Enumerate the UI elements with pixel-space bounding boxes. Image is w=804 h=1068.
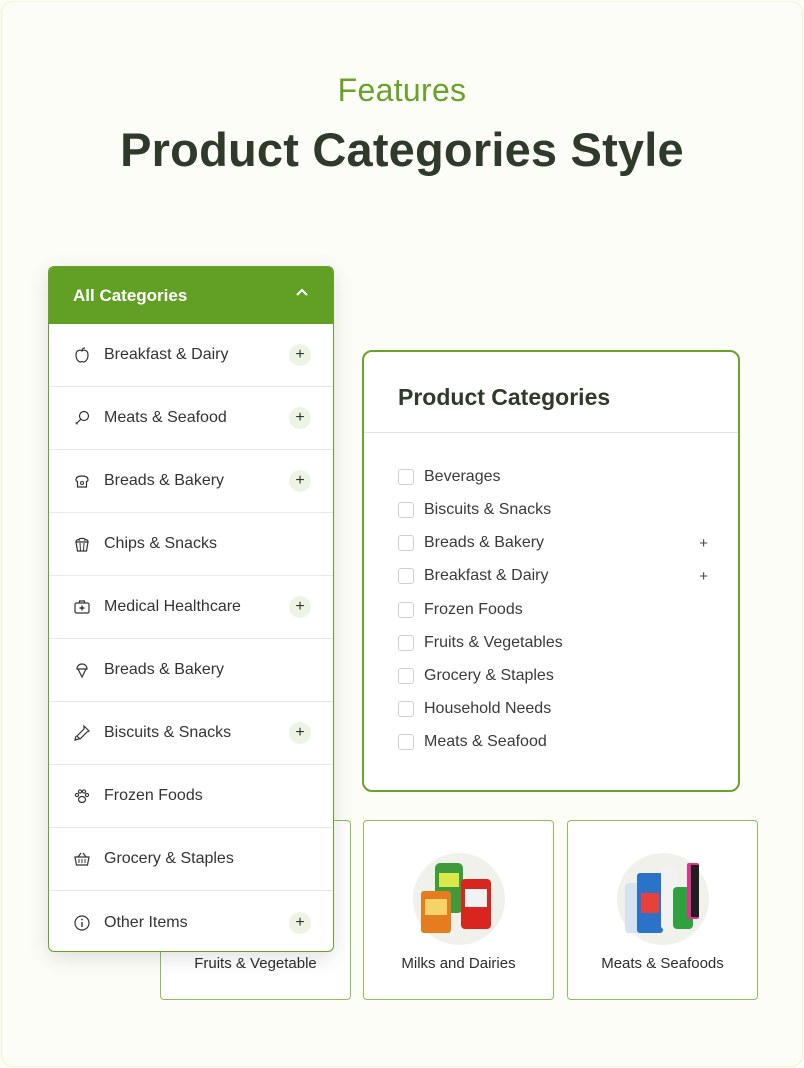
product-image [617, 853, 709, 945]
checkbox[interactable] [398, 568, 414, 584]
expand-button[interactable]: + [289, 470, 311, 492]
panel-title: Product Categories [398, 384, 611, 410]
filter-option[interactable]: Frozen Foods [398, 596, 708, 624]
filter-option-label: Biscuits & Snacks [424, 501, 552, 518]
menu-item-chips-snacks[interactable]: Chips & Snacks [49, 513, 333, 576]
expand-button[interactable]: + [289, 722, 311, 744]
filter-option[interactable]: Meats & Seafood [398, 728, 708, 756]
filter-option-label: Fruits & Vegetables [424, 634, 563, 651]
menu-item-label: Grocery & Staples [104, 850, 234, 867]
basket-icon [73, 850, 91, 868]
filter-option-label: Beverages [424, 468, 501, 485]
bottle-icon [73, 724, 91, 742]
ice-cream-icon [73, 661, 91, 679]
section-eyebrow: Features [337, 72, 467, 108]
expand-button[interactable]: + [699, 535, 708, 552]
product-image [413, 853, 505, 945]
menu-item-label: Breakfast & Dairy [104, 346, 229, 363]
menu-item-label: Breads & Bakery [104, 472, 225, 489]
checkbox[interactable] [398, 469, 414, 485]
expand-button[interactable]: + [289, 407, 311, 429]
drumstick-icon [73, 409, 91, 427]
all-categories-toggle[interactable]: All Categories [49, 267, 333, 324]
menu-item-label: Chips & Snacks [104, 535, 217, 552]
card-label: Fruits & Vegetable [194, 955, 317, 972]
filter-option[interactable]: Breakfast & Dairy + [398, 562, 708, 590]
checkbox[interactable] [398, 602, 414, 618]
filter-option[interactable]: Biscuits & Snacks [398, 496, 708, 524]
checkbox[interactable] [398, 734, 414, 750]
popcorn-icon [73, 535, 91, 553]
category-card-meats[interactable]: Meats & Seafoods [567, 820, 758, 1000]
menu-header-label: All Categories [73, 285, 188, 305]
menu-item-breads-bakery-2[interactable]: Breads & Bakery [49, 639, 333, 702]
menu-item-biscuits-snacks[interactable]: Biscuits & Snacks + [49, 702, 333, 765]
card-label: Meats & Seafoods [601, 955, 724, 972]
checkbox[interactable] [398, 502, 414, 518]
menu-item-meats-seafood[interactable]: Meats & Seafood + [49, 387, 333, 450]
expand-button[interactable]: + [289, 596, 311, 618]
section-title: Product Categories Style [120, 123, 684, 176]
menu-item-label: Frozen Foods [104, 787, 203, 804]
paw-icon [73, 787, 91, 805]
divider [364, 432, 738, 433]
menu-item-other-items[interactable]: Other Items + [49, 891, 333, 951]
filter-option-label: Household Needs [424, 700, 552, 717]
filter-option[interactable]: Grocery & Staples [398, 662, 708, 690]
menu-item-label: Other Items [104, 913, 188, 931]
checkbox[interactable] [398, 668, 414, 684]
chevron-up-icon[interactable] [295, 285, 309, 299]
filter-option[interactable]: Beverages [398, 463, 708, 491]
filter-option-label: Breakfast & Dairy [424, 567, 549, 584]
menu-item-medical-healthcare[interactable]: Medical Healthcare + [49, 576, 333, 639]
filter-option[interactable]: Fruits & Vegetables [398, 629, 708, 657]
menu-item-grocery-staples[interactable]: Grocery & Staples [49, 828, 333, 891]
expand-button[interactable]: + [289, 344, 311, 366]
menu-item-label: Breads & Bakery [104, 661, 225, 678]
menu-item-label: Meats & Seafood [104, 409, 227, 426]
card-label: Milks and Dairies [401, 955, 516, 972]
info-icon [73, 914, 91, 932]
menu-item-label: Biscuits & Snacks [104, 724, 232, 741]
checkbox[interactable] [398, 635, 414, 651]
product-categories-panel: Product Categories Beverages Biscuits & … [362, 350, 740, 792]
filter-option[interactable]: Breads & Bakery + [398, 529, 708, 557]
category-card-milks[interactable]: Milks and Dairies [363, 820, 554, 1000]
first-aid-kit-icon [73, 598, 91, 616]
all-categories-menu: All Categories Breakfast & Dairy + Meats… [48, 266, 334, 952]
checkbox[interactable] [398, 535, 414, 551]
menu-item-breads-bakery[interactable]: Breads & Bakery + [49, 450, 333, 513]
menu-item-frozen-foods[interactable]: Frozen Foods [49, 765, 333, 828]
apple-icon [73, 346, 91, 364]
bread-icon [73, 472, 91, 490]
filter-option-label: Breads & Bakery [424, 534, 545, 551]
filter-option-label: Meats & Seafood [424, 733, 547, 750]
filter-option-label: Frozen Foods [424, 601, 523, 618]
menu-item-breakfast-dairy[interactable]: Breakfast & Dairy + [49, 324, 333, 387]
expand-button[interactable]: + [699, 568, 708, 585]
expand-button[interactable]: + [289, 911, 311, 934]
filter-option-label: Grocery & Staples [424, 667, 554, 684]
filter-option[interactable]: Household Needs [398, 695, 708, 723]
checkbox[interactable] [398, 701, 414, 717]
menu-item-label: Medical Healthcare [104, 598, 241, 615]
